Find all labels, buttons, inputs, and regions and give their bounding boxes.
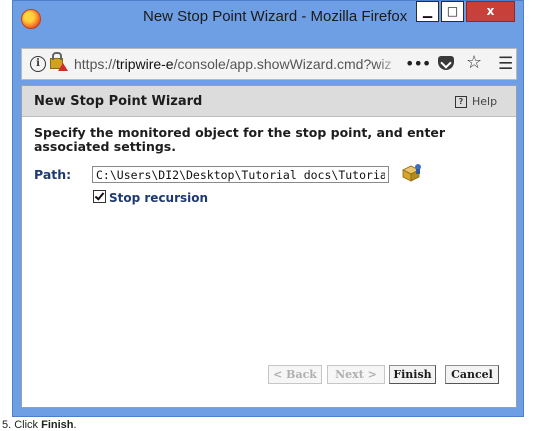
pocket-icon[interactable] bbox=[438, 56, 454, 70]
help-link[interactable]: ? Help bbox=[455, 95, 497, 108]
url-text[interactable]: https://tripwire-e/console/app.showWizar… bbox=[74, 56, 399, 72]
step-caption: 5. Click Finish. bbox=[2, 419, 77, 431]
finish-button[interactable]: Finish bbox=[389, 365, 436, 384]
close-icon: x bbox=[486, 4, 495, 18]
window-title: New Stop Point Wizard - Mozilla Firefox bbox=[143, 8, 408, 25]
minimize-icon: ▁ bbox=[422, 4, 433, 18]
minimize-button[interactable]: ▁ bbox=[416, 1, 439, 22]
browse-objects-icon[interactable] bbox=[401, 162, 423, 182]
browser-window: New Stop Point Wizard - Mozilla Firefox … bbox=[12, 0, 524, 417]
info-icon[interactable]: i bbox=[30, 56, 46, 72]
help-icon: ? bbox=[455, 96, 467, 108]
title-bar[interactable]: New Stop Point Wizard - Mozilla Firefox … bbox=[13, 1, 523, 43]
maximize-button[interactable]: □ bbox=[441, 1, 464, 22]
address-bar[interactable]: i https://tripwire-e/console/app.showWiz… bbox=[21, 48, 517, 80]
path-input[interactable] bbox=[92, 166, 389, 183]
bookmark-star-icon[interactable]: ☆ bbox=[466, 52, 482, 73]
caption-prefix: 5. Click bbox=[2, 419, 42, 431]
wizard-title: New Stop Point Wizard bbox=[34, 94, 203, 109]
page-actions-menu-icon[interactable]: ••• bbox=[405, 54, 431, 73]
path-label: Path: bbox=[34, 167, 72, 182]
stop-recursion-checkbox[interactable] bbox=[93, 190, 106, 203]
next-button[interactable]: Next > bbox=[327, 365, 385, 384]
warning-icon bbox=[58, 63, 68, 71]
url-path: /console/app.showWizard.cmd?wiz bbox=[173, 56, 392, 72]
firefox-logo-icon bbox=[21, 9, 41, 29]
url-fade bbox=[377, 51, 401, 77]
help-label: Help bbox=[472, 95, 498, 108]
stop-recursion-label[interactable]: Stop recursion bbox=[109, 191, 208, 205]
stop-recursion-row[interactable]: Stop recursion bbox=[93, 187, 208, 206]
wizard-header: New Stop Point Wizard ? Help bbox=[22, 86, 516, 117]
url-prefix: https:// bbox=[74, 56, 117, 72]
instruction-text: Specify the monitored object for the sto… bbox=[34, 125, 446, 154]
page-content: New Stop Point Wizard ? Help Specify the … bbox=[21, 85, 517, 408]
url-host: tripwire-e bbox=[116, 56, 174, 72]
cancel-button[interactable]: Cancel bbox=[445, 365, 499, 384]
hamburger-menu-icon[interactable]: ☰ bbox=[498, 54, 513, 74]
caption-bold: Finish bbox=[41, 419, 74, 431]
caption-suffix: . bbox=[73, 419, 77, 431]
maximize-icon: □ bbox=[446, 4, 459, 18]
back-button[interactable]: < Back bbox=[268, 365, 322, 384]
close-button[interactable]: x bbox=[466, 1, 515, 22]
